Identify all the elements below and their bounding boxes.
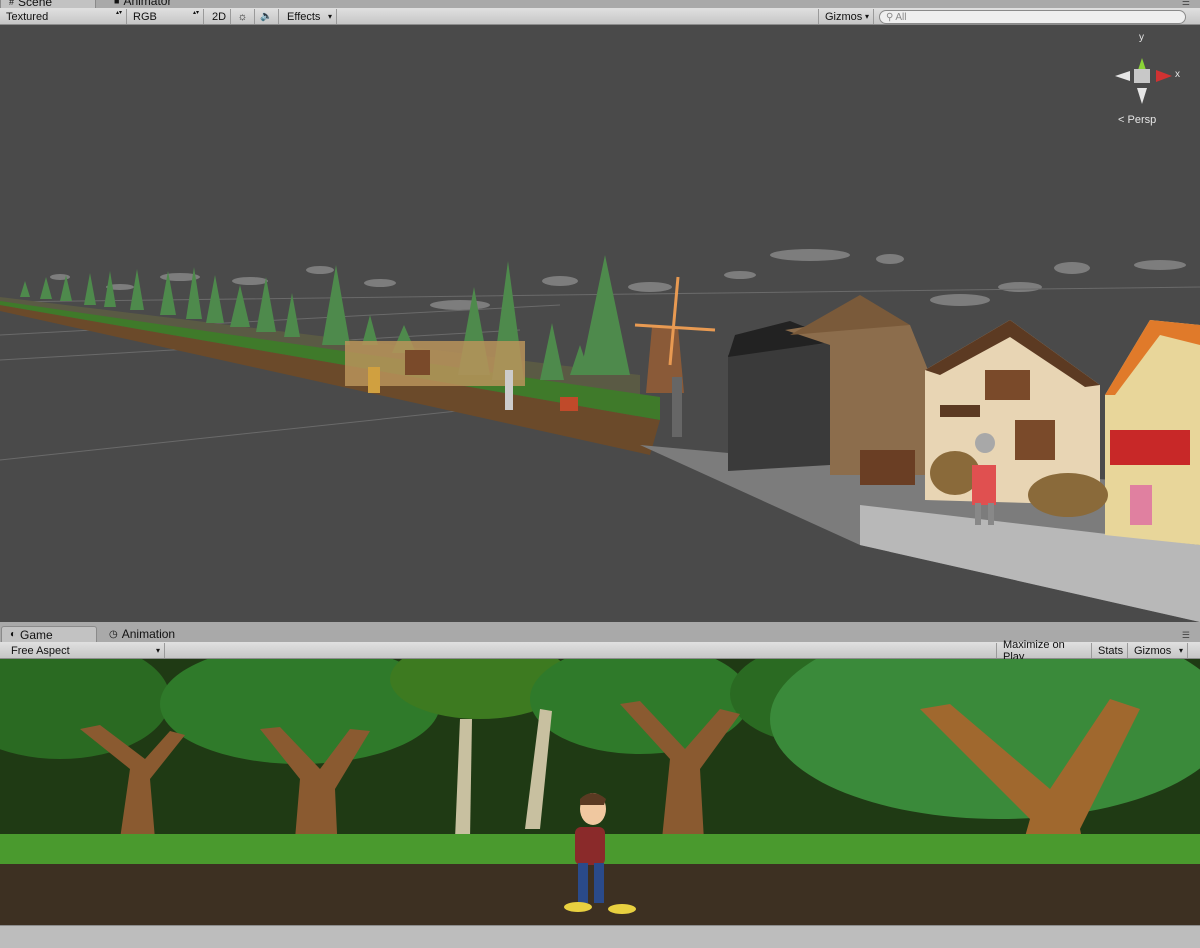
scene-gizmos-dropdown[interactable]: Gizmos ▾ — [818, 9, 874, 24]
chevron-down-icon: ▾ — [327, 12, 332, 21]
scene-view[interactable]: y x < Persp — [0, 25, 1200, 622]
tab-game[interactable]: ◐ Game — [1, 626, 97, 642]
lighting-toggle-button[interactable]: ☼ — [231, 9, 255, 24]
panel-menu-icon[interactable]: ☰ — [1182, 0, 1190, 8]
chevron-down-icon: ▾ — [864, 12, 869, 21]
perspective-icon: < — [1118, 114, 1125, 126]
tab-scene-label: Scene — [18, 0, 53, 8]
chevron-down-icon: ▾ — [1178, 646, 1183, 655]
scene-gizmos-label: Gizmos — [825, 10, 863, 23]
tab-scene[interactable]: # Scene — [0, 0, 96, 8]
panel-menu-icon[interactable]: ☰ — [1182, 630, 1190, 641]
aspect-label: Free Aspect — [11, 644, 70, 657]
stats-toggle[interactable]: Stats — [1092, 643, 1128, 658]
game-view[interactable] — [0, 659, 1200, 925]
dark-tower — [728, 321, 840, 471]
2d-toggle-label: 2D — [212, 10, 227, 23]
scene-tab-bar: # Scene ■ Animator ☰ — [0, 0, 1200, 8]
projection-label: Persp — [1127, 114, 1157, 126]
gizmo-y-label: y — [1139, 32, 1144, 43]
projection-toggle[interactable]: < Persp — [1118, 114, 1156, 126]
audio-toggle-button[interactable]: 🔈 — [255, 9, 279, 24]
orientation-gizmo[interactable] — [1115, 58, 1172, 104]
effects-dropdown[interactable]: Effects ▾ — [281, 9, 337, 24]
neg-x-cone[interactable] — [1115, 71, 1130, 81]
effects-label: Effects — [287, 10, 321, 23]
draw-mode-label: Textured — [6, 10, 49, 23]
scene-canvas — [0, 58, 1200, 622]
tab-animation[interactable]: ◷ Animation — [101, 626, 183, 642]
2d-toggle-button[interactable]: 2D — [206, 9, 231, 24]
search-placeholder: All — [895, 11, 907, 23]
cloud-layer — [50, 249, 1186, 310]
z-axis-cone[interactable] — [1137, 88, 1147, 104]
aspect-dropdown[interactable]: Free Aspect ▾ — [5, 643, 165, 658]
speaker-icon: 🔈 — [260, 11, 273, 22]
chevron-down-icon: ▾ — [155, 646, 160, 655]
gizmo-center[interactable] — [1134, 69, 1150, 83]
gizmo-x-label: x — [1175, 69, 1180, 80]
clock-icon: ◷ — [109, 628, 118, 640]
x-axis-cone[interactable] — [1156, 70, 1172, 82]
status-bar — [0, 925, 1200, 948]
yellow-house — [1105, 320, 1200, 545]
search-icon: ⚲ — [886, 11, 894, 23]
animator-icon: ■ — [114, 0, 120, 6]
game-toolbar: Free Aspect ▾ Maximize on Play Stats Giz… — [0, 639, 1200, 663]
scene-search-input[interactable]: ⚲ All — [879, 10, 1186, 24]
scene-toolbar: Textured RGB 2D ☼ 🔈 Effects ▾ Gizmos ▾ ⚲… — [0, 8, 1200, 25]
tab-animation-label: Animation — [121, 627, 176, 641]
game-canvas — [0, 659, 1200, 925]
maximize-on-play-toggle[interactable]: Maximize on Play — [996, 639, 1092, 663]
game-gizmos-label: Gizmos — [1134, 644, 1172, 657]
tab-game-label: Game — [20, 627, 53, 642]
tab-animator-label: Animator — [123, 0, 172, 8]
sun-icon: ☼ — [237, 10, 248, 23]
render-mode-dropdown[interactable]: RGB — [127, 9, 204, 24]
game-icon: ◐ — [10, 629, 17, 640]
render-mode-label: RGB — [133, 10, 157, 23]
draw-mode-dropdown[interactable]: Textured — [0, 9, 127, 24]
game-gizmos-dropdown[interactable]: Gizmos ▾ — [1128, 643, 1188, 658]
stats-label: Stats — [1098, 644, 1124, 657]
hash-icon: # — [9, 0, 15, 7]
tab-animator[interactable]: ■ Animator — [106, 0, 179, 8]
